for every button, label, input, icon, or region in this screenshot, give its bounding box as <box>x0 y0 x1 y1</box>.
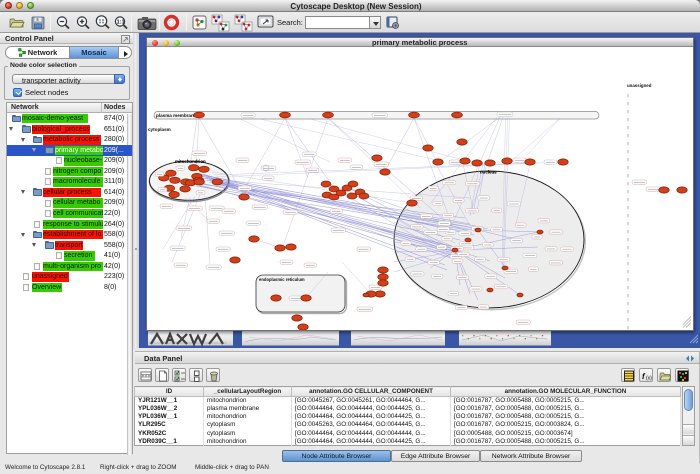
svg-text:1:1: 1:1 <box>117 20 125 26</box>
svg-text:cytoplasm: cytoplasm <box>148 127 171 132</box>
svg-text:nucleus: nucleus <box>480 170 497 175</box>
svg-text:(x): (x) <box>646 376 652 382</box>
svg-text:endoplasmic reticulum: endoplasmic reticulum <box>259 277 305 282</box>
svg-text:plasma membrane: plasma membrane <box>156 113 197 118</box>
svg-text:unassigned: unassigned <box>627 83 652 88</box>
svg-text:mitochondrion: mitochondrion <box>175 159 206 164</box>
